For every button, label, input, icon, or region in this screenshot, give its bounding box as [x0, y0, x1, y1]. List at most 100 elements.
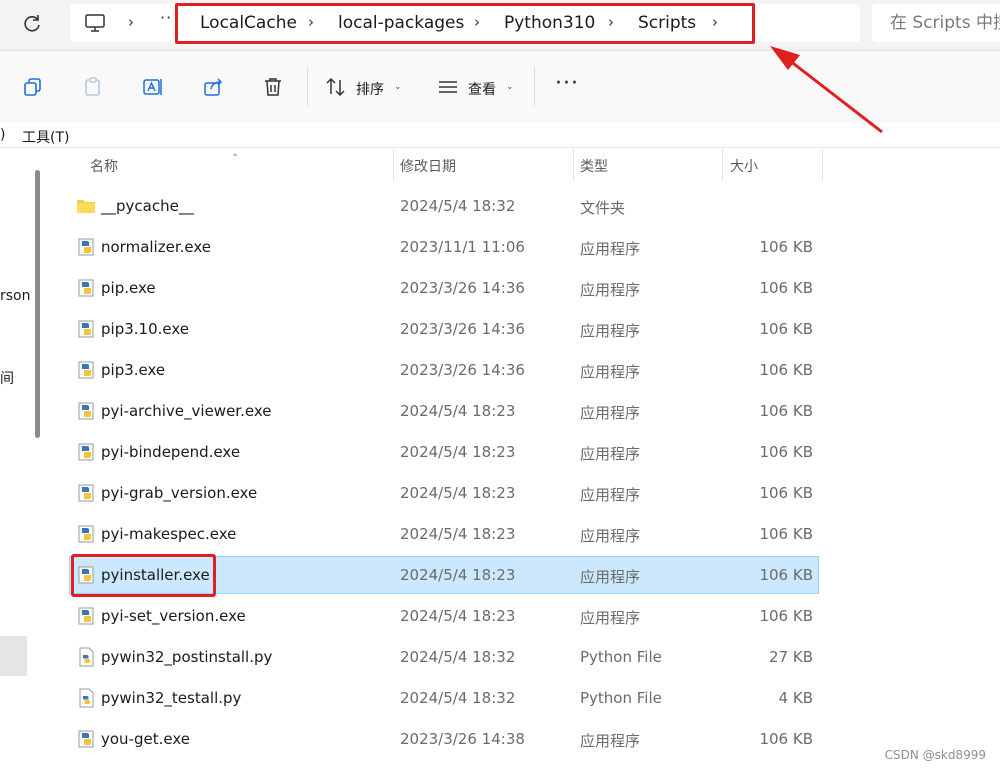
- python-exe-icon: [78, 238, 94, 256]
- file-size: 106 KB: [759, 607, 813, 625]
- file-name: pyi-archive_viewer.exe: [101, 402, 272, 420]
- file-row[interactable]: normalizer.exe 2023/11/1 11:06 应用程序 106 …: [70, 229, 818, 265]
- column-headers: ‸ 名称 修改日期 类型 大小: [48, 142, 828, 184]
- nav-item[interactable]: 间: [0, 368, 14, 388]
- file-row[interactable]: pyi-set_version.exe 2024/5/4 18:23 应用程序 …: [70, 598, 818, 634]
- view-button-label[interactable]: 查看: [468, 79, 496, 99]
- more-breadcrumbs-button[interactable]: ··: [160, 8, 172, 27]
- file-name: pywin32_postinstall.py: [101, 648, 273, 666]
- computer-icon[interactable]: [84, 12, 106, 34]
- file-type: 应用程序: [580, 363, 641, 381]
- file-row[interactable]: pip.exe 2023/3/26 14:36 应用程序 106 KB: [70, 270, 818, 306]
- watermark: CSDN @skd8999: [884, 748, 986, 762]
- share-icon[interactable]: [202, 76, 224, 98]
- refresh-icon[interactable]: [20, 12, 44, 36]
- file-modified: 2023/11/1 11:06: [400, 238, 525, 256]
- sort-ascending-icon: ‸: [233, 142, 238, 156]
- copy-icon[interactable]: [22, 76, 44, 98]
- command-bar: 排序 ⌄ 查看 ⌄ ···: [0, 51, 1000, 123]
- file-type: 应用程序: [580, 240, 641, 258]
- python-exe-icon: [78, 607, 94, 625]
- file-modified: 2023/3/26 14:38: [400, 730, 525, 748]
- file-row[interactable]: you-get.exe 2023/3/26 14:38 应用程序 106 KB: [70, 721, 818, 757]
- paste-icon[interactable]: [82, 76, 104, 98]
- file-modified: 2024/5/4 18:23: [400, 402, 516, 420]
- delete-icon[interactable]: [262, 76, 284, 98]
- nav-scrollbar[interactable]: [35, 170, 40, 438]
- menu-item-partial[interactable]: ): [0, 127, 5, 143]
- menu-item-tools[interactable]: 工具(T): [22, 127, 69, 147]
- sort-icon[interactable]: [325, 76, 347, 98]
- file-name: pyi-grab_version.exe: [101, 484, 258, 502]
- file-modified: 2024/5/4 18:23: [400, 566, 516, 584]
- file-type: 应用程序: [580, 609, 641, 627]
- python-exe-icon: [78, 484, 94, 502]
- file-size: 106 KB: [759, 238, 813, 256]
- file-type: 应用程序: [580, 527, 641, 545]
- file-modified: 2024/5/4 18:32: [400, 648, 516, 666]
- file-name: you-get.exe: [101, 730, 190, 748]
- column-divider[interactable]: [573, 148, 574, 181]
- file-size: 106 KB: [759, 566, 813, 584]
- rename-icon[interactable]: [142, 76, 164, 98]
- file-name: pyi-makespec.exe: [101, 525, 237, 543]
- python-exe-icon: [78, 443, 94, 461]
- more-options-icon[interactable]: ···: [555, 71, 579, 96]
- file-type: Python File: [580, 648, 662, 666]
- sort-button-label[interactable]: 排序: [356, 79, 384, 99]
- file-modified: 2023/3/26 14:36: [400, 279, 525, 297]
- address-bar-area: › ·· LocalCache › local-packages › Pytho…: [0, 0, 1000, 51]
- file-type: 应用程序: [580, 732, 641, 750]
- file-type: 应用程序: [580, 445, 641, 463]
- file-row[interactable]: pyi-makespec.exe 2024/5/4 18:23 应用程序 106…: [70, 516, 818, 552]
- file-type: 应用程序: [580, 281, 641, 299]
- file-size: 106 KB: [759, 484, 813, 502]
- file-row[interactable]: pywin32_postinstall.py 2024/5/4 18:32 Py…: [70, 639, 818, 675]
- file-row[interactable]: __pycache__ 2024/5/4 18:32 文件夹: [70, 188, 818, 224]
- file-name: pywin32_testall.py: [101, 689, 242, 707]
- python-exe-icon: [78, 402, 94, 420]
- file-modified: 2024/5/4 18:23: [400, 525, 516, 543]
- file-modified: 2023/3/26 14:36: [400, 320, 525, 338]
- file-name: pyi-set_version.exe: [101, 607, 246, 625]
- file-name: pip.exe: [101, 279, 156, 297]
- file-size: 106 KB: [759, 730, 813, 748]
- chevron-down-icon[interactable]: ⌄: [506, 82, 514, 92]
- column-header-modified[interactable]: 修改日期: [400, 156, 456, 176]
- search-input[interactable]: 在 Scripts 中搜: [872, 4, 1000, 42]
- file-type: 应用程序: [580, 404, 641, 422]
- column-header-type[interactable]: 类型: [580, 156, 608, 176]
- address-highlight-box: [175, 3, 755, 44]
- python-exe-icon: [78, 525, 94, 543]
- file-type: Python File: [580, 689, 662, 707]
- column-divider[interactable]: [393, 148, 394, 181]
- file-row[interactable]: pywin32_testall.py 2024/5/4 18:32 Python…: [70, 680, 818, 716]
- file-row[interactable]: pyi-bindepend.exe 2024/5/4 18:23 应用程序 10…: [70, 434, 818, 470]
- view-icon[interactable]: [437, 76, 459, 98]
- column-header-size[interactable]: 大小: [730, 156, 758, 176]
- file-type: 应用程序: [580, 322, 641, 340]
- nav-selected-item[interactable]: [0, 636, 27, 676]
- python-exe-icon: [78, 361, 94, 379]
- file-modified: 2024/5/4 18:23: [400, 443, 516, 461]
- column-divider[interactable]: [822, 148, 823, 181]
- python-file-icon: [79, 688, 94, 708]
- file-name: normalizer.exe: [101, 238, 211, 256]
- column-divider[interactable]: [722, 148, 723, 181]
- chevron-right-icon: ›: [128, 13, 134, 31]
- file-modified: 2024/5/4 18:32: [400, 689, 516, 707]
- nav-item[interactable]: rson: [0, 288, 31, 304]
- file-size: 106 KB: [759, 279, 813, 297]
- file-size: 106 KB: [759, 320, 813, 338]
- file-size: 106 KB: [759, 402, 813, 420]
- file-row[interactable]: pip3.10.exe 2023/3/26 14:36 应用程序 106 KB: [70, 311, 818, 347]
- file-size: 27 KB: [769, 648, 813, 666]
- file-row[interactable]: pip3.exe 2023/3/26 14:36 应用程序 106 KB: [70, 352, 818, 388]
- file-name: pyi-bindepend.exe: [101, 443, 241, 461]
- file-row[interactable]: pyi-archive_viewer.exe 2024/5/4 18:23 应用…: [70, 393, 818, 429]
- column-header-name[interactable]: 名称: [90, 156, 118, 176]
- file-row[interactable]: pyi-grab_version.exe 2024/5/4 18:23 应用程序…: [70, 475, 818, 511]
- chevron-down-icon[interactable]: ⌄: [394, 82, 402, 92]
- toolbar-divider: [534, 67, 535, 107]
- file-name: __pycache__: [101, 197, 194, 215]
